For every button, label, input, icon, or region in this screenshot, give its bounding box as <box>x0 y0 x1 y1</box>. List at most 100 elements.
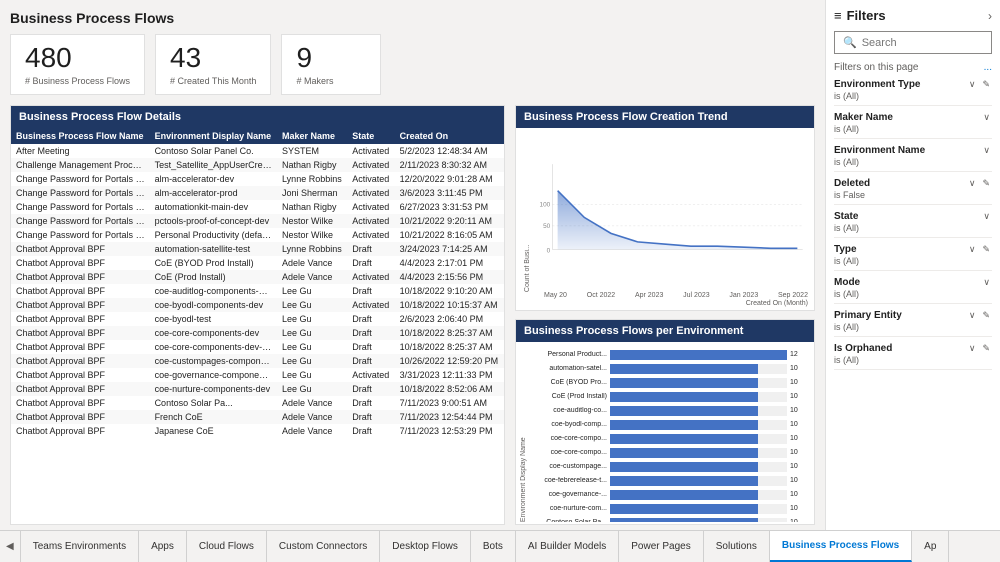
table-row[interactable]: Chatbot Approval BPFautomation-satellite… <box>11 242 504 256</box>
table-cell: Nestor Wilke <box>277 214 347 228</box>
search-icon: 🔍 <box>843 36 857 49</box>
tab-ai-builder-models[interactable]: AI Builder Models <box>516 531 619 562</box>
filter-chevron-btn[interactable]: ∨ <box>967 178 978 189</box>
table-cell: Chatbot Approval BPF <box>11 270 150 284</box>
table-row[interactable]: Chatbot Approval BPFcoe-governance-compo… <box>11 368 504 382</box>
filter-name: Primary Entity <box>834 310 902 321</box>
bar-row: CoE (Prod Install) 10 <box>527 390 805 404</box>
filter-name: Environment Name <box>834 145 925 156</box>
table-row[interactable]: Change Password for Portals Contactalm-a… <box>11 172 504 186</box>
table-cell: coe-core-components-dev <box>150 326 277 340</box>
table-row[interactable]: Chatbot Approval BPFcoe-core-components-… <box>11 326 504 340</box>
table-row[interactable]: Change Password for Portals Contactautom… <box>11 200 504 214</box>
bar-value: 10 <box>790 407 805 414</box>
table-cell: coe-nurture-components-dev <box>150 382 277 396</box>
table-row[interactable]: Chatbot Approval BPFcoe-byodl-components… <box>11 298 504 312</box>
table-row[interactable]: Chatbot Approval BPFCoE (BYOD Prod Insta… <box>11 256 504 270</box>
filter-chevron-btn[interactable]: ∨ <box>967 244 978 255</box>
table-cell: Activated <box>347 158 394 172</box>
tab-cloud-flows[interactable]: Cloud Flows <box>187 531 267 562</box>
tab-desktop-flows[interactable]: Desktop Flows <box>380 531 471 562</box>
bar-fill <box>610 448 758 458</box>
table-cell: 7/11/2023 12:53:29 PM <box>395 424 504 438</box>
table-col-header: Environment Display Name <box>150 128 277 144</box>
table-row[interactable]: After MeetingContoso Solar Panel Co.SYST… <box>11 144 504 158</box>
filter-item-2: Environment Name ∨ is (All) <box>834 145 992 172</box>
table-row[interactable]: Chatbot Approval BPFcoe-core-components-… <box>11 340 504 354</box>
table-cell: 2/6/2023 2:06:40 PM <box>395 312 504 326</box>
filter-edit-btn[interactable]: ✎ <box>980 244 992 255</box>
table-cell: automation-satellite-test <box>150 242 277 256</box>
bar-value: 10 <box>790 463 805 470</box>
bar-track <box>610 462 787 472</box>
filter-chevron-btn[interactable]: ∨ <box>967 310 978 321</box>
tab-apps[interactable]: Apps <box>139 531 187 562</box>
table-cell: SYSTEM <box>277 144 347 158</box>
filters-on-page-more[interactable]: ... <box>984 62 992 73</box>
table-cell: 10/18/2022 8:25:37 AM <box>395 340 504 354</box>
bar-fill <box>610 364 758 374</box>
table-row[interactable]: Chatbot Approval BPFcoe-nurture-componen… <box>11 382 504 396</box>
table-cell: Activated <box>347 172 394 186</box>
filter-chevron-btn[interactable]: ∨ <box>981 112 992 123</box>
table-row[interactable]: Chatbot Approval BPFcoe-custompages-comp… <box>11 354 504 368</box>
filter-name: Deleted <box>834 178 870 189</box>
table-cell: Chatbot Approval BPF <box>11 284 150 298</box>
table-row[interactable]: Chatbot Approval BPFcoe-byodl-testLee Gu… <box>11 312 504 326</box>
bar-value: 10 <box>790 365 805 372</box>
tab-nav-prev[interactable]: ◀ <box>0 531 21 562</box>
filter-chevron-btn[interactable]: ∨ <box>981 277 992 288</box>
table-cell: Chatbot Approval BPF <box>11 312 150 326</box>
table-row[interactable]: Change Password for Portals Contactpctoo… <box>11 214 504 228</box>
table-row[interactable]: Challenge Management ProcessTest_Satelli… <box>11 158 504 172</box>
tab-custom-connectors[interactable]: Custom Connectors <box>267 531 380 562</box>
table-row[interactable]: Chatbot Approval BPFContoso Solar Pa...A… <box>11 396 504 410</box>
tab-solutions[interactable]: Solutions <box>704 531 770 562</box>
filter-edit-btn[interactable]: ✎ <box>980 79 992 90</box>
filter-edit-btn[interactable]: ✎ <box>980 178 992 189</box>
table-cell: Draft <box>347 256 394 270</box>
table-cell: Chatbot Approval BPF <box>11 354 150 368</box>
filter-chevron-btn[interactable]: ∨ <box>981 211 992 222</box>
filters-search-input[interactable] <box>862 37 1000 49</box>
table-row[interactable]: Chatbot Approval BPFCoE (Prod Install)Ad… <box>11 270 504 284</box>
tab-business-process-flows[interactable]: Business Process Flows <box>770 531 912 562</box>
filter-edit-btn[interactable]: ✎ <box>980 310 992 321</box>
table-row[interactable]: Change Password for Portals ContactPerso… <box>11 228 504 242</box>
filter-value: is (All) <box>834 289 992 299</box>
table-cell: Lee Gu <box>277 368 347 382</box>
bar-label: coe-governance-... <box>527 491 607 498</box>
tab-teams-environments[interactable]: Teams Environments <box>21 531 139 562</box>
table-cell: CoE (BYOD Prod Install) <box>150 256 277 270</box>
bar-track <box>610 406 787 416</box>
tab-ap[interactable]: Ap <box>912 531 949 562</box>
table-title: Business Process Flow Details <box>11 106 504 128</box>
filter-chevron-btn[interactable]: ∨ <box>967 79 978 90</box>
table-cell: Draft <box>347 242 394 256</box>
filter-item-0: Environment Type ∨ ✎ is (All) <box>834 79 992 106</box>
filter-chevron-btn[interactable]: ∨ <box>981 145 992 156</box>
filters-search-box[interactable]: 🔍 <box>834 31 992 54</box>
bar-fill <box>610 406 758 416</box>
bar-track <box>610 518 787 522</box>
table-row[interactable]: Change Password for Portals Contactalm-a… <box>11 186 504 200</box>
table-row[interactable]: Chatbot Approval BPFJapanese CoEAdele Va… <box>11 424 504 438</box>
filters-expand-btn[interactable]: › <box>988 9 992 23</box>
table-cell: Draft <box>347 424 394 438</box>
table-cell: coe-byodl-test <box>150 312 277 326</box>
table-cell: Adele Vance <box>277 396 347 410</box>
tab-bots[interactable]: Bots <box>471 531 516 562</box>
filter-chevron-btn[interactable]: ∨ <box>967 343 978 354</box>
table-cell: Japanese CoE <box>150 424 277 438</box>
table-cell: Nestor Wilke <box>277 228 347 242</box>
bar-label: Contoso Solar Pa... <box>527 519 607 522</box>
bar-label: coe-febrerelease-t... <box>527 477 607 484</box>
tab-power-pages[interactable]: Power Pages <box>619 531 703 562</box>
filter-item-4: State ∨ is (All) <box>834 211 992 238</box>
filter-edit-btn[interactable]: ✎ <box>980 343 992 354</box>
table-row[interactable]: Chatbot Approval BPFFrench CoEAdele Vanc… <box>11 410 504 424</box>
table-row[interactable]: Chatbot Approval BPFcoe-auditlog-compone… <box>11 284 504 298</box>
table-cell: 10/18/2022 9:10:20 AM <box>395 284 504 298</box>
bar-fill <box>610 350 787 360</box>
bar-track <box>610 350 787 360</box>
